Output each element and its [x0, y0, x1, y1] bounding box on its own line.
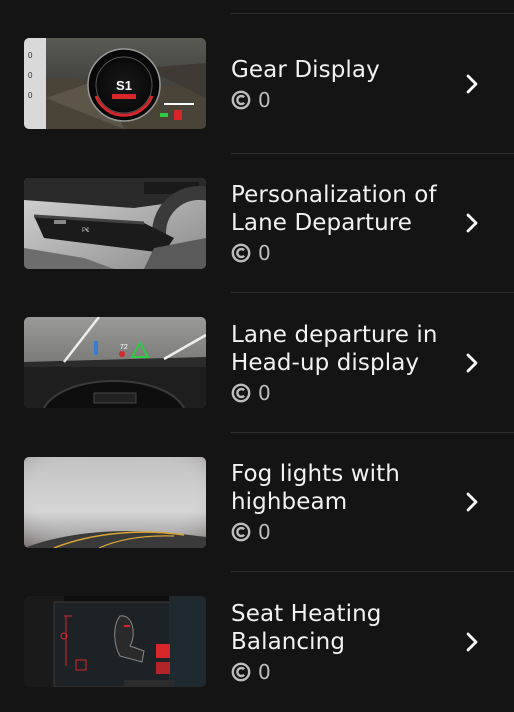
item-text: Fog lights with highbeam 0: [231, 433, 451, 573]
item-count: 0: [258, 520, 271, 545]
item-title: Lane departure in Head-up display: [231, 321, 438, 376]
copyright-c-icon: [231, 243, 251, 263]
item-title: Fog lights with highbeam: [231, 461, 400, 516]
thumb-gear-label: S1: [116, 78, 132, 93]
item-meta: 0: [231, 520, 451, 544]
list-item-lane-departure-hud[interactable]: 72 Lane departure in Head-up display 0: [0, 293, 514, 433]
item-text: Seat Heating Balancing 0: [231, 572, 451, 712]
chevron-right-icon[interactable]: [464, 212, 480, 234]
svg-text:0: 0: [28, 51, 33, 60]
thumb-speed-label: 72: [120, 344, 128, 351]
item-meta: 0: [231, 660, 451, 684]
item-meta: 0: [231, 381, 451, 405]
list-item-gear-display[interactable]: S1 0 0 0 Gear Display 0: [0, 14, 514, 154]
item-title: Personalization of Lane Departure: [231, 182, 437, 237]
thumbnail-gear-display: S1 0 0 0: [24, 38, 206, 129]
item-title: Seat Heating Balancing: [231, 600, 382, 655]
chevron-right-icon[interactable]: [464, 352, 480, 374]
item-title: Gear Display: [231, 56, 380, 83]
item-text: Lane departure in Head-up display 0: [231, 293, 451, 433]
item-text: Personalization of Lane Departure 0: [231, 154, 451, 294]
item-count: 0: [258, 87, 271, 112]
item-count: 0: [258, 659, 271, 684]
svg-text:0: 0: [28, 91, 33, 100]
copyright-c-icon: [231, 522, 251, 542]
item-meta: 0: [231, 241, 451, 265]
svg-text:P€: P€: [82, 228, 90, 234]
feature-list: S1 0 0 0 Gear Display 0 P€ Personalizati…: [0, 14, 514, 712]
chevron-right-icon[interactable]: [464, 73, 480, 95]
list-item-seat-heating-balancing[interactable]: Seat Heating Balancing 0: [0, 572, 514, 712]
copyright-c-icon: [231, 90, 251, 110]
item-count: 0: [258, 380, 271, 405]
copyright-c-icon: [231, 662, 251, 682]
thumbnail-foggy-road: [24, 456, 206, 548]
thumbnail-lane-departure-stalk: P€: [24, 177, 206, 269]
chevron-right-icon[interactable]: [464, 631, 480, 653]
chevron-right-icon[interactable]: [464, 491, 480, 513]
svg-text:0: 0: [28, 71, 33, 80]
copyright-c-icon: [231, 383, 251, 403]
item-meta: 0: [231, 88, 451, 112]
list-item-personalization-lane-departure[interactable]: P€ Personalization of Lane Departure 0: [0, 154, 514, 294]
list-item-fog-lights-highbeam[interactable]: Fog lights with highbeam 0: [0, 433, 514, 573]
item-count: 0: [258, 241, 271, 266]
item-text: Gear Display 0: [231, 14, 451, 154]
thumbnail-seat-heating-screen: [24, 596, 206, 687]
thumbnail-head-up-display: 72: [24, 317, 206, 408]
